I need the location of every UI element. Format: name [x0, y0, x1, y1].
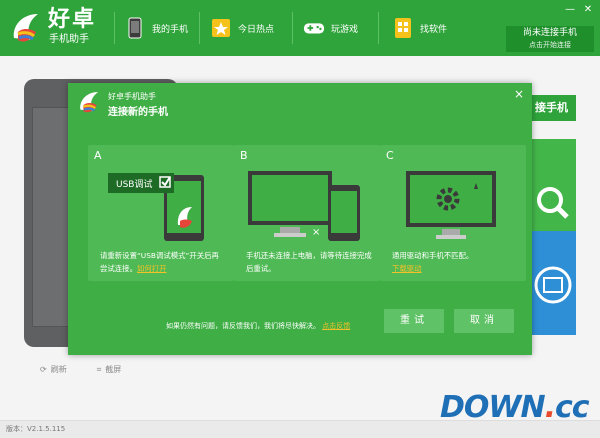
- nav-divider: [199, 12, 200, 44]
- connect-phone-button[interactable]: 尚未连接手机 点击开始连接: [506, 26, 594, 52]
- refresh-icon: ⟳: [40, 365, 47, 374]
- retry-button[interactable]: 重试: [384, 309, 444, 333]
- minimize-icon[interactable]: —: [562, 2, 578, 16]
- phone-icon: [124, 16, 146, 40]
- card-letter: C: [386, 149, 394, 162]
- driver-illustration: [406, 171, 496, 239]
- dialog-footer: 如果仍然有问题，请反馈我们，我们将尽快解决。 点击反馈: [166, 322, 351, 330]
- nav-divider: [378, 12, 379, 44]
- dialog-app-name: 好卓手机助手: [108, 92, 156, 101]
- nav-divider: [292, 12, 293, 44]
- watermark: DOWN.cc: [440, 390, 590, 425]
- dialog-logo-icon: [80, 91, 99, 113]
- nav-label: 我的手机: [152, 24, 189, 35]
- usb-debug-badge: USB调试: [116, 180, 153, 190]
- nav-label: 玩游戏: [331, 24, 359, 35]
- option-card-a: A USB调试 请重新设置“USB调试模式”开关后再尝试连接。如何打开: [88, 145, 234, 281]
- card-desc: 手机还未连接上电脑，请等待连接完成后重试。: [246, 251, 372, 273]
- backup-tile[interactable]: [530, 231, 576, 335]
- download-driver-link[interactable]: 下载驱动: [392, 264, 422, 273]
- app-subtitle: 手机助手: [49, 34, 89, 45]
- card-letter: B: [240, 149, 248, 162]
- connect-dialog: 好卓手机助手 连接新的手机 × A USB调试 请重新设置“USB调试模式”开关…: [68, 83, 532, 355]
- search-tile[interactable]: [530, 139, 576, 231]
- pc-phone-illustration: ×: [248, 171, 360, 241]
- refresh-button[interactable]: ⟳ 刷新: [40, 364, 67, 375]
- cancel-button[interactable]: 取消: [454, 309, 514, 333]
- window-controls: — ✕: [562, 2, 596, 16]
- screenshot-label: 截屏: [105, 365, 122, 374]
- nav-hot-today[interactable]: 今日热点: [210, 0, 274, 56]
- option-card-b: B × 手机还未连接上电脑，请等待连接完成后重试。: [234, 145, 380, 281]
- search-icon: [537, 187, 569, 219]
- dialog-close-button[interactable]: ×: [512, 87, 526, 101]
- app-name: 好卓: [48, 7, 97, 32]
- svg-text:×: ×: [312, 227, 320, 238]
- gamepad-icon: [303, 16, 325, 40]
- star-icon: [210, 16, 232, 40]
- logo-icon: [13, 14, 38, 42]
- top-bar: 好卓 手机助手 我的手机 今日热点 玩游戏 找软件 — ✕ 尚未连接手机 点击开…: [0, 0, 600, 56]
- dialog-title: 连接新的手机: [108, 107, 168, 118]
- nav-label: 找软件: [420, 24, 448, 35]
- option-card-c: C 通用驱动和手机不匹配。 下载驱动: [380, 145, 526, 281]
- apps-icon: [392, 16, 414, 40]
- folder-icon: [534, 266, 572, 304]
- nav-play-games[interactable]: 玩游戏: [303, 0, 358, 56]
- nav-label: 今日热点: [238, 24, 275, 35]
- connect-subtitle: 点击开始连接: [529, 41, 571, 49]
- refresh-label: 刷新: [50, 365, 67, 374]
- bottom-tools: ⟳ 刷新 ⌗ 截屏: [40, 364, 121, 375]
- card-desc: 通用驱动和手机不匹配。 下载驱动: [392, 251, 474, 273]
- nav-find-software[interactable]: 找软件: [392, 0, 447, 56]
- app-logo: 好卓 手机助手: [8, 6, 104, 50]
- how-to-enable-link[interactable]: 如何打开: [137, 264, 167, 273]
- connect-title: 尚未连接手机: [522, 28, 577, 38]
- nav-divider: [114, 12, 115, 44]
- screenshot-button[interactable]: ⌗ 截屏: [97, 364, 122, 375]
- feedback-link[interactable]: 点击反馈: [322, 322, 350, 330]
- card-desc: 请重新设置“USB调试模式”开关后再尝试连接。如何打开: [100, 251, 219, 273]
- card-letter: A: [94, 149, 102, 162]
- nav-my-phone[interactable]: 我的手机: [124, 0, 188, 56]
- version-text: 版本：V2.1.5.115: [6, 425, 66, 433]
- close-icon[interactable]: ✕: [580, 2, 596, 16]
- crop-icon: ⌗: [96, 364, 102, 374]
